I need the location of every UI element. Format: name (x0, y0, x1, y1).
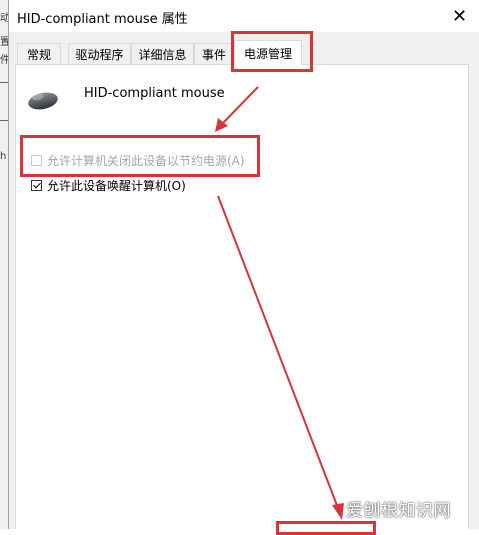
tab-details[interactable]: 详细信息 (131, 43, 194, 64)
tab-events[interactable]: 事件 (194, 43, 234, 64)
tab-general[interactable]: 常规 (17, 43, 61, 64)
allow-turn-off-label: 允许计算机关闭此设备以节约电源(A) (47, 154, 245, 168)
background-divider (0, 82, 8, 83)
allow-turn-off-option[interactable]: 允许计算机关闭此设备以节约电源(A) (31, 152, 245, 169)
allow-turn-off-checkbox[interactable] (31, 155, 42, 166)
properties-dialog: HID-compliant mouse 属性 ✕ 常规 驱动程序 详细信息 事件… (8, 0, 479, 529)
power-management-panel (15, 64, 469, 529)
mouse-icon (28, 92, 58, 110)
tab-power-management[interactable]: 电源管理 (234, 40, 302, 65)
watermark: 爱刨根知识网 (346, 501, 451, 521)
background-text: h (0, 151, 7, 162)
tab-driver[interactable]: 驱动程序 (68, 43, 131, 64)
allow-wake-option[interactable]: 允许此设备唤醒计算机(O) (31, 177, 186, 194)
title-bar[interactable]: HID-compliant mouse 属性 ✕ (9, 0, 479, 32)
close-icon: ✕ (451, 5, 468, 27)
device-name: HID-compliant mouse (84, 86, 225, 101)
close-button[interactable]: ✕ (439, 0, 479, 32)
allow-wake-label: 允许此设备唤醒计算机(O) (47, 179, 186, 193)
background-divider (0, 120, 8, 121)
allow-wake-checkbox[interactable] (31, 180, 42, 191)
dialog-title: HID-compliant mouse 属性 (17, 12, 188, 27)
